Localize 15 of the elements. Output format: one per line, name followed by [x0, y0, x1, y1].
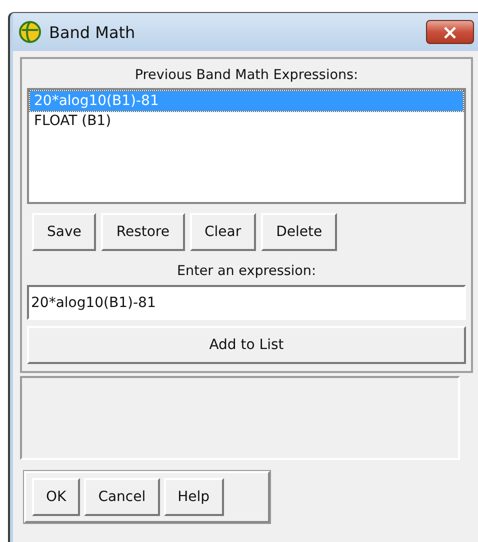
history-label: Previous Band Math Expressions: — [134, 67, 358, 83]
dialog-button[interactable]: OK — [32, 478, 80, 516]
expression-field[interactable]: 20*alog10(B1)-81 — [27, 285, 466, 320]
history-button[interactable]: Restore — [101, 213, 184, 251]
add-to-list-button[interactable]: Add to List — [27, 326, 466, 364]
window-title: Band Math — [49, 22, 136, 42]
close-button[interactable]: × — [426, 20, 474, 44]
expression-label: Enter an expression: — [176, 263, 316, 279]
history-button[interactable]: Save — [32, 213, 96, 251]
history-button[interactable]: Clear — [190, 213, 256, 251]
dialog-button[interactable]: Help — [164, 478, 224, 516]
dialog-button[interactable]: Cancel — [84, 478, 160, 516]
list-item[interactable]: FLOAT (B1) — [30, 111, 463, 131]
history-button[interactable]: Delete — [261, 213, 338, 251]
globe-icon — [19, 21, 41, 43]
